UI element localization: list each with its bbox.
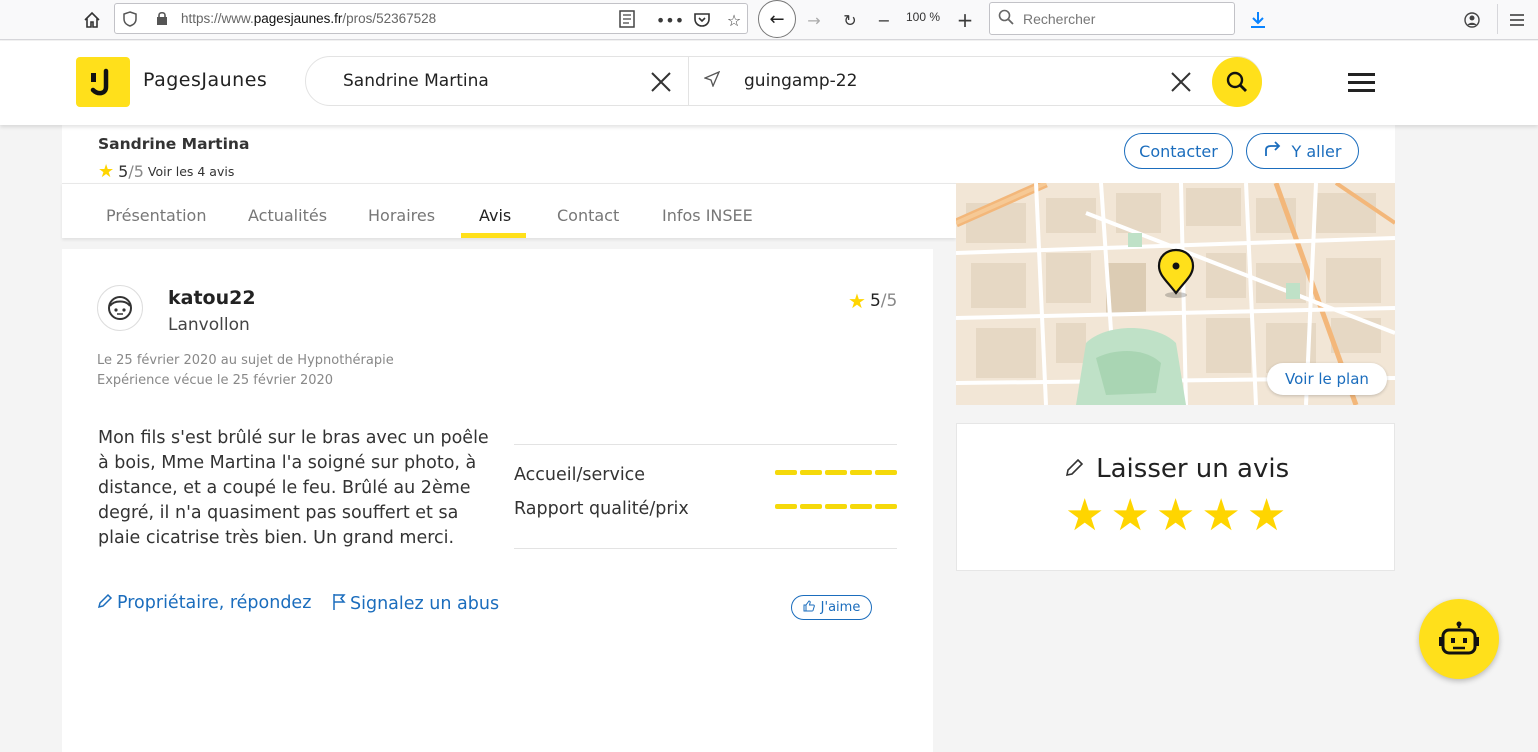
star-icon[interactable]: ★ <box>1201 494 1240 538</box>
star-icon: ★ <box>98 161 115 182</box>
search-icon <box>998 9 1014 29</box>
leave-review-card: Laisser un avis ★ ★ ★ ★ ★ <box>956 423 1395 571</box>
forward-icon[interactable]: → <box>802 8 826 32</box>
browser-search-input[interactable]: Rechercher <box>989 2 1235 35</box>
tab-presentation[interactable]: Présentation <box>106 206 206 225</box>
tab-avis[interactable]: Avis <box>479 206 511 225</box>
pro-summary-bar: Sandrine Martina ★ 5/5 Voir les 4 avis C… <box>62 125 1395 183</box>
reader-view-icon[interactable] <box>619 10 635 32</box>
hamburger-menu-icon[interactable] <box>1348 73 1376 93</box>
location-arrow-icon[interactable] <box>703 70 721 91</box>
search-icon <box>1226 71 1247 92</box>
zoom-in-icon[interactable]: + <box>953 8 977 32</box>
review-city: Lanvollon <box>168 315 250 335</box>
clear-query-icon[interactable] <box>650 71 672 99</box>
clear-location-icon[interactable] <box>1170 71 1192 99</box>
criterion-label: Rapport qualité/prix <box>514 499 689 519</box>
pocket-icon[interactable] <box>690 8 714 32</box>
directions-button[interactable]: Y aller <box>1246 133 1359 169</box>
pagesjaunes-logo[interactable] <box>76 57 130 107</box>
site-search-bar: Sandrine Martina guingamp-22 <box>305 56 1262 107</box>
like-button[interactable]: J'aime <box>791 595 872 620</box>
rating-stars-input[interactable]: ★ ★ ★ ★ ★ <box>1065 494 1286 538</box>
review-text: Mon fils s'est brûlé sur le bras avec un… <box>98 428 489 548</box>
user-avatar-icon <box>97 285 143 331</box>
url-bar[interactable]: https://www.pagesjaunes.fr/pros/52367528 <box>114 3 748 34</box>
brand-name[interactable]: PagesJaunes <box>143 69 267 91</box>
report-abuse-link[interactable]: Signalez un abus <box>332 593 499 615</box>
contact-button[interactable]: Contacter <box>1124 133 1233 169</box>
flag-icon <box>332 593 346 615</box>
review-card: katou22 Lanvollon ★ 5/5 Le 25 février 20… <box>62 249 933 752</box>
browser-toolbar: https://www.pagesjaunes.fr/pros/52367528… <box>0 0 1538 40</box>
star-icon: ★ <box>848 289 866 313</box>
owner-reply-link[interactable]: Propriétaire, répondez <box>97 593 311 613</box>
zoom-out-icon[interactable]: − <box>872 8 896 32</box>
star-icon[interactable]: ★ <box>1156 494 1195 538</box>
tab-horaires[interactable]: Horaires <box>368 206 435 225</box>
tab-infos-insee[interactable]: Infos INSEE <box>662 206 753 225</box>
star-icon[interactable]: ★ <box>1110 494 1149 538</box>
pencil-icon <box>97 593 113 613</box>
location-input[interactable]: guingamp-22 <box>744 71 857 91</box>
review-criteria: Accueil/service Rapport qualité/prix <box>514 444 897 549</box>
experience-date: Expérience vécue le 25 février 2020 <box>97 373 334 388</box>
bookmark-star-icon[interactable]: ☆ <box>722 8 746 32</box>
see-map-button[interactable]: Voir le plan <box>1267 363 1387 395</box>
query-input[interactable]: Sandrine Martina <box>343 71 489 91</box>
lock-icon[interactable] <box>156 11 168 30</box>
url-text: https://www.pagesjaunes.fr/pros/52367528 <box>181 11 437 26</box>
menu-icon[interactable] <box>1505 8 1529 32</box>
pro-rating: ★ 5/5 Voir les 4 avis <box>98 161 235 182</box>
robot-icon <box>1439 621 1479 655</box>
criterion-score-bar <box>775 504 897 509</box>
see-reviews-link[interactable]: Voir les 4 avis <box>148 164 234 179</box>
directions-icon <box>1264 141 1282 161</box>
tab-actualites[interactable]: Actualités <box>248 206 327 225</box>
search-divider <box>688 57 689 105</box>
site-header: PagesJaunes Sandrine Martina guingamp-22 <box>0 41 1538 125</box>
more-actions-icon[interactable]: ••• <box>656 8 684 32</box>
review-date: Le 25 février 2020 au sujet de Hypnothér… <box>97 353 394 368</box>
star-icon[interactable]: ★ <box>1065 494 1104 538</box>
account-icon[interactable] <box>1460 8 1484 32</box>
criterion-label: Accueil/service <box>514 465 646 485</box>
location-map[interactable]: Voir le plan <box>956 183 1395 405</box>
active-tab-indicator <box>461 233 526 238</box>
pro-name: Sandrine Martina <box>98 135 250 153</box>
download-icon[interactable] <box>1246 8 1270 32</box>
review-username: katou22 <box>168 287 256 309</box>
toolbar-separator <box>1497 4 1498 34</box>
shield-icon[interactable] <box>123 11 137 31</box>
back-button[interactable]: ← <box>758 0 796 38</box>
star-icon[interactable]: ★ <box>1247 494 1286 538</box>
reload-icon[interactable]: ↻ <box>838 8 862 32</box>
review-rating: ★ 5/5 <box>848 289 898 313</box>
tab-contact[interactable]: Contact <box>557 206 619 225</box>
thumbs-up-icon <box>803 599 815 616</box>
zoom-level[interactable]: 100 % <box>906 10 940 24</box>
leave-review-title[interactable]: Laisser un avis <box>957 454 1396 485</box>
section-tabs: Présentation Actualités Horaires Avis Co… <box>62 183 956 238</box>
pencil-icon <box>1064 455 1084 485</box>
criterion-score-bar <box>775 470 897 475</box>
search-button[interactable] <box>1212 57 1262 107</box>
home-icon[interactable] <box>80 8 104 32</box>
chatbot-button[interactable] <box>1419 599 1499 679</box>
